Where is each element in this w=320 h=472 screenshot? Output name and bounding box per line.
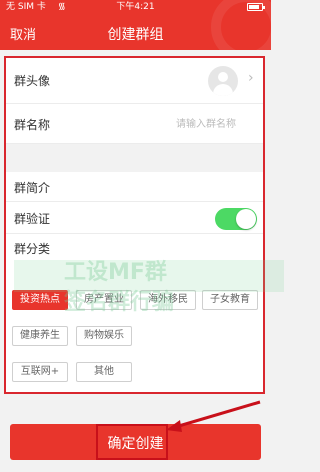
group-name-input[interactable] bbox=[176, 115, 258, 133]
verify-row: 群验证 bbox=[6, 202, 263, 234]
tag-item[interactable]: 购物娱乐 bbox=[76, 326, 132, 346]
avatar-label: 群头像 bbox=[14, 74, 51, 88]
tag-item[interactable]: 房产置业 bbox=[76, 290, 132, 310]
name-label: 群名称 bbox=[14, 118, 51, 132]
tag-item[interactable]: 海外移民 bbox=[140, 290, 196, 310]
chevron-right-icon: › bbox=[248, 70, 254, 86]
intro-row[interactable]: 群简介 bbox=[6, 172, 263, 202]
intro-label: 群简介 bbox=[14, 181, 51, 195]
avatar-placeholder-icon[interactable] bbox=[208, 66, 238, 96]
confirm-create-label: 确定创建 bbox=[107, 436, 164, 452]
avatar-row[interactable]: 群头像 › bbox=[6, 58, 263, 104]
tag-item[interactable]: 投资热点 bbox=[12, 290, 68, 310]
category-row: 群分类 bbox=[6, 234, 263, 266]
confirm-create-button[interactable]: 确定创建 bbox=[10, 424, 261, 460]
tag-item[interactable]: 健康养生 bbox=[12, 326, 68, 346]
verify-toggle[interactable] bbox=[215, 208, 257, 230]
tag-item[interactable]: 互联网+ bbox=[12, 362, 68, 382]
tag-item[interactable]: 其他 bbox=[76, 362, 132, 382]
page-title: 创建群组 bbox=[107, 27, 164, 43]
status-time: 下午4:21 bbox=[116, 2, 155, 12]
name-row: 群名称 bbox=[6, 104, 263, 144]
form-panel: 群头像 › 群名称 群简介 群验证 群分类 投资热点 房产置业 海外移民 子女教… bbox=[4, 56, 284, 394]
header: 无 SIM 卡 ᯾ 下午4:21 取消 创建群组 bbox=[0, 0, 271, 50]
category-label: 群分类 bbox=[14, 242, 51, 256]
status-bar: 无 SIM 卡 ᯾ 下午4:21 bbox=[0, 0, 271, 14]
section-divider bbox=[6, 144, 263, 172]
verify-label: 群验证 bbox=[14, 212, 51, 226]
tag-item[interactable]: 子女教育 bbox=[202, 290, 258, 310]
battery-icon bbox=[247, 3, 265, 11]
